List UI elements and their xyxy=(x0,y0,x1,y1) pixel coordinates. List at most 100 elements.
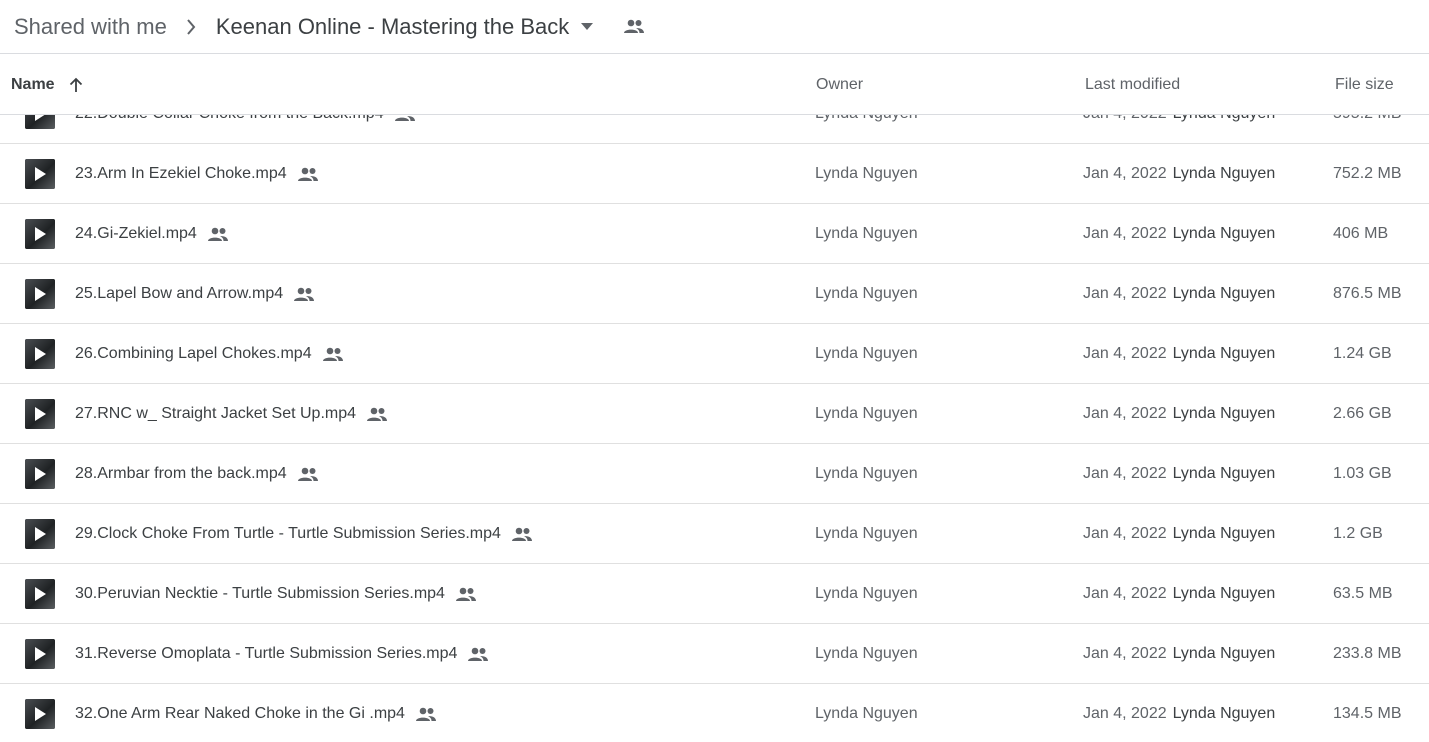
modified-date: Jan 4, 2022 xyxy=(1083,465,1167,482)
modified-by: Lynda Nguyen xyxy=(1172,225,1276,242)
file-size-cell: 1.24 GB xyxy=(1333,345,1392,362)
file-list: 22.Double Collar Choke from the Back.mp4… xyxy=(0,84,1429,742)
last-modified-cell: Jan 4, 2022 Lynda Nguyen xyxy=(1083,444,1275,504)
video-file-icon xyxy=(25,639,55,669)
modified-by: Lynda Nguyen xyxy=(1172,345,1276,362)
file-name: 29.Clock Choke From Turtle - Turtle Subm… xyxy=(75,525,501,542)
people-icon[interactable] xyxy=(623,19,645,35)
last-modified-cell: Jan 4, 2022 Lynda Nguyen xyxy=(1083,384,1275,444)
modified-date: Jan 4, 2022 xyxy=(1083,585,1167,602)
owner-cell: Lynda Nguyen xyxy=(815,585,918,602)
file-name-cell: 26.Combining Lapel Chokes.mp4 xyxy=(75,324,344,384)
modified-by: Lynda Nguyen xyxy=(1172,585,1276,602)
modified-by: Lynda Nguyen xyxy=(1172,645,1276,662)
file-name: 24.Gi-Zekiel.mp4 xyxy=(75,225,197,242)
modified-date: Jan 4, 2022 xyxy=(1083,705,1167,722)
file-name: 26.Combining Lapel Chokes.mp4 xyxy=(75,345,312,362)
owner-cell: Lynda Nguyen xyxy=(815,405,918,422)
video-file-icon xyxy=(25,279,55,309)
owner-cell: Lynda Nguyen xyxy=(815,465,918,482)
file-size-cell: 876.5 MB xyxy=(1333,285,1402,302)
last-modified-cell: Jan 4, 2022 Lynda Nguyen xyxy=(1083,324,1275,384)
file-name-cell: 23.Arm In Ezekiel Choke.mp4 xyxy=(75,144,319,204)
owner-cell: Lynda Nguyen xyxy=(815,285,918,302)
video-file-icon xyxy=(25,339,55,369)
modified-by: Lynda Nguyen xyxy=(1172,705,1276,722)
modified-date: Jan 4, 2022 xyxy=(1083,405,1167,422)
file-name: 23.Arm In Ezekiel Choke.mp4 xyxy=(75,165,287,182)
breadcrumb: Shared with me Keenan Online - Mastering… xyxy=(0,0,1429,54)
people-icon xyxy=(322,346,344,362)
column-header-name[interactable]: Name xyxy=(11,54,85,115)
table-row[interactable]: 27.RNC w_ Straight Jacket Set Up.mp4 Lynd… xyxy=(0,384,1429,444)
last-modified-cell: Jan 4, 2022 Lynda Nguyen xyxy=(1083,204,1275,264)
modified-date: Jan 4, 2022 xyxy=(1083,165,1167,182)
modified-by: Lynda Nguyen xyxy=(1172,405,1276,422)
table-row[interactable]: 31.Reverse Omoplata - Turtle Submission … xyxy=(0,624,1429,684)
people-icon xyxy=(415,706,437,722)
video-file-icon xyxy=(25,219,55,249)
last-modified-cell: Jan 4, 2022 Lynda Nguyen xyxy=(1083,504,1275,564)
file-name-cell: 25.Lapel Bow and Arrow.mp4 xyxy=(75,264,315,324)
modified-by: Lynda Nguyen xyxy=(1172,525,1276,542)
owner-cell: Lynda Nguyen xyxy=(815,525,918,542)
owner-cell: Lynda Nguyen xyxy=(815,225,918,242)
people-icon xyxy=(297,466,319,482)
file-size-cell: 1.2 GB xyxy=(1333,525,1383,542)
file-size-cell: 233.8 MB xyxy=(1333,645,1402,662)
people-icon xyxy=(455,586,477,602)
table-header: Name Owner Last modified File size xyxy=(0,54,1429,115)
table-row[interactable]: 23.Arm In Ezekiel Choke.mp4 Lynda Nguyen J… xyxy=(0,144,1429,204)
file-name-cell: 32.One Arm Rear Naked Choke in the Gi .m… xyxy=(75,684,437,742)
modified-date: Jan 4, 2022 xyxy=(1083,525,1167,542)
file-name: 30.Peruvian Necktie - Turtle Submission … xyxy=(75,585,445,602)
caret-down-icon[interactable] xyxy=(581,23,594,31)
table-row[interactable]: 29.Clock Choke From Turtle - Turtle Subm… xyxy=(0,504,1429,564)
file-name: 31.Reverse Omoplata - Turtle Submission … xyxy=(75,645,458,662)
file-size-cell: 752.2 MB xyxy=(1333,165,1402,182)
modified-date: Jan 4, 2022 xyxy=(1083,345,1167,362)
modified-date: Jan 4, 2022 xyxy=(1083,645,1167,662)
table-row[interactable]: 25.Lapel Bow and Arrow.mp4 Lynda Nguyen Ja… xyxy=(0,264,1429,324)
last-modified-cell: Jan 4, 2022 Lynda Nguyen xyxy=(1083,624,1275,684)
file-name-cell: 24.Gi-Zekiel.mp4 xyxy=(75,204,229,264)
owner-cell: Lynda Nguyen xyxy=(815,705,918,722)
table-row[interactable]: 32.One Arm Rear Naked Choke in the Gi .m… xyxy=(0,684,1429,742)
file-size-cell: 134.5 MB xyxy=(1333,705,1402,722)
video-file-icon xyxy=(25,579,55,609)
column-header-file-size: File size xyxy=(1335,75,1394,93)
table-row[interactable]: 28.Armbar from the back.mp4 Lynda Nguyen J… xyxy=(0,444,1429,504)
file-name-cell: 27.RNC w_ Straight Jacket Set Up.mp4 xyxy=(75,384,388,444)
people-icon xyxy=(207,226,229,242)
video-file-icon xyxy=(25,459,55,489)
file-name: 25.Lapel Bow and Arrow.mp4 xyxy=(75,285,284,302)
breadcrumb-current-folder[interactable]: Keenan Online - Mastering the Back xyxy=(216,14,569,40)
owner-cell: Lynda Nguyen xyxy=(815,645,918,662)
column-header-owner: Owner xyxy=(816,75,864,93)
video-file-icon xyxy=(25,399,55,429)
video-file-icon xyxy=(25,699,55,729)
file-size-cell: 1.03 GB xyxy=(1333,465,1392,482)
table-row[interactable]: 24.Gi-Zekiel.mp4 Lynda Nguyen Jan 4, 2022 L… xyxy=(0,204,1429,264)
file-size-cell: 406 MB xyxy=(1333,225,1389,242)
arrow-up-icon[interactable] xyxy=(69,77,85,93)
last-modified-cell: Jan 4, 2022 Lynda Nguyen xyxy=(1083,564,1275,624)
column-header-last-modified[interactable]: Last modified xyxy=(1085,54,1180,115)
table-row[interactable]: 30.Peruvian Necktie - Turtle Submission … xyxy=(0,564,1429,624)
owner-cell: Lynda Nguyen xyxy=(815,345,918,362)
modified-by: Lynda Nguyen xyxy=(1172,465,1276,482)
people-icon xyxy=(511,526,533,542)
file-name-cell: 30.Peruvian Necktie - Turtle Submission … xyxy=(75,564,477,624)
breadcrumb-shared-with-me[interactable]: Shared with me xyxy=(14,14,167,40)
last-modified-cell: Jan 4, 2022 Lynda Nguyen xyxy=(1083,264,1275,324)
table-row[interactable]: 26.Combining Lapel Chokes.mp4 Lynda Nguye… xyxy=(0,324,1429,384)
file-name: 28.Armbar from the back.mp4 xyxy=(75,465,287,482)
chevron-right-icon xyxy=(186,18,200,35)
people-icon xyxy=(293,286,315,302)
file-name: 32.One Arm Rear Naked Choke in the Gi .m… xyxy=(75,705,405,722)
modified-by: Lynda Nguyen xyxy=(1172,285,1276,302)
file-size-cell: 63.5 MB xyxy=(1333,585,1393,602)
last-modified-cell: Jan 4, 2022 Lynda Nguyen xyxy=(1083,144,1275,204)
last-modified-cell: Jan 4, 2022 Lynda Nguyen xyxy=(1083,684,1275,742)
file-name-cell: 31.Reverse Omoplata - Turtle Submission … xyxy=(75,624,489,684)
